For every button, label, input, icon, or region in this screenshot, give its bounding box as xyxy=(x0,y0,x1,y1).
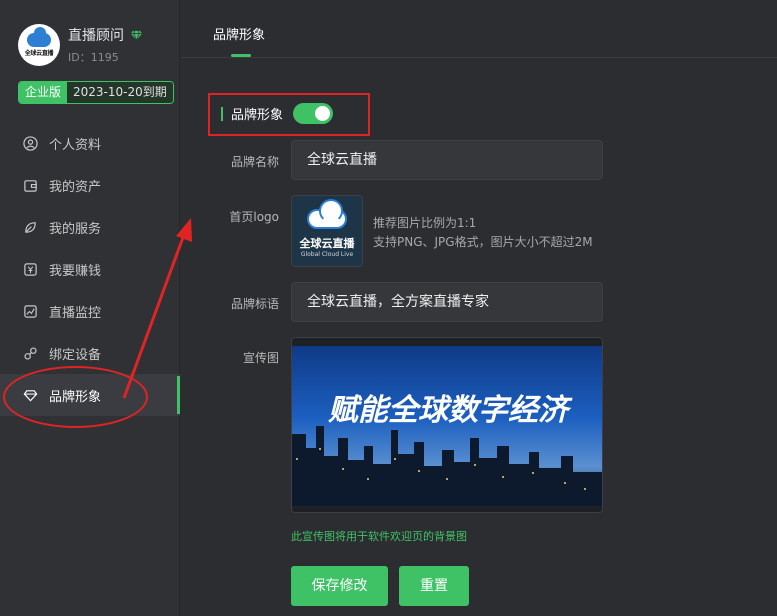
avatar-text: 全球云直播 xyxy=(24,50,54,57)
sidebar-item-services[interactable]: 我的服务 xyxy=(0,206,180,248)
brand-name-label: 品牌名称 xyxy=(230,155,279,169)
chart-icon xyxy=(22,303,38,319)
save-button[interactable]: 保存修改 xyxy=(291,566,388,606)
sidebar-item-monitor[interactable]: 直播监控 xyxy=(0,290,180,332)
sidebar-item-profile[interactable]: 个人资料 xyxy=(0,122,180,164)
logo-text: 全球云直播 xyxy=(299,236,355,250)
logo-upload[interactable]: 全球云直播 Global Cloud Live xyxy=(291,195,363,267)
profile: 全球云直播 直播顾问 ID：1195 xyxy=(18,24,143,66)
sidebar-item-label: 我的服务 xyxy=(49,221,102,237)
leaf-icon xyxy=(22,219,38,235)
sidebar-item-label: 绑定设备 xyxy=(49,347,102,363)
promo-label: 宣传图 xyxy=(242,351,279,365)
reset-button[interactable]: 重置 xyxy=(399,566,469,606)
logo-label: 首页logo xyxy=(229,210,279,224)
sidebar-item-label: 我的资产 xyxy=(49,179,102,195)
tab-brand[interactable]: 品牌形象 xyxy=(213,24,265,43)
promo-note: 此宣传图将用于软件欢迎页的背景图 xyxy=(291,530,467,543)
user-icon xyxy=(22,135,38,151)
money-icon xyxy=(22,261,38,277)
cloud-logo-icon xyxy=(307,198,347,229)
user-name-row: 直播顾问 xyxy=(68,25,143,45)
plan-tier: 企业版 xyxy=(19,82,68,103)
promo-banner-text: 赋能全球数字经济 xyxy=(328,393,573,428)
wallet-icon xyxy=(22,177,38,193)
sidebar-item-label: 我要赚钱 xyxy=(49,263,102,279)
logo-hint-ratio: 推荐图片比例为1:1 xyxy=(373,216,477,230)
link-icon xyxy=(22,345,38,361)
tab-bar: 品牌形象 xyxy=(181,0,777,58)
sidebar-item-assets[interactable]: 我的资产 xyxy=(0,164,180,206)
logo-subtext: Global Cloud Live xyxy=(300,250,354,258)
diamond-icon xyxy=(130,30,143,40)
cloud-logo-icon xyxy=(27,27,51,47)
logo-hint-format: 支持PNG、JPG格式，图片大小不超过2M xyxy=(373,235,593,249)
annotation-highlight-ellipse xyxy=(3,366,148,428)
annotation-highlight-box xyxy=(208,93,370,136)
plan-badge: 企业版 2023-10-20到期 xyxy=(18,81,174,104)
sidebar-item-earn[interactable]: 我要赚钱 xyxy=(0,248,180,290)
sidebar-item-label: 个人资料 xyxy=(49,137,102,153)
avatar[interactable]: 全球云直播 xyxy=(18,24,60,66)
sidebar-item-label: 直播监控 xyxy=(49,305,102,321)
promo-image[interactable]: 赋能全球数字经济 xyxy=(291,337,603,513)
slogan-input[interactable]: 全球云直播，全方案直播专家 xyxy=(291,282,603,322)
tab-indicator xyxy=(231,54,251,57)
slogan-label: 品牌标语 xyxy=(230,297,279,311)
brand-name-input[interactable]: 全球云直播 xyxy=(291,140,603,180)
sidebar: 全球云直播 直播顾问 ID：1195 企业版 2023-10-20到期 个人资料 xyxy=(0,0,180,616)
user-id: ID：1195 xyxy=(68,51,119,64)
user-name: 直播顾问 xyxy=(68,28,124,44)
plan-expire: 2023-10-20到期 xyxy=(67,82,173,103)
